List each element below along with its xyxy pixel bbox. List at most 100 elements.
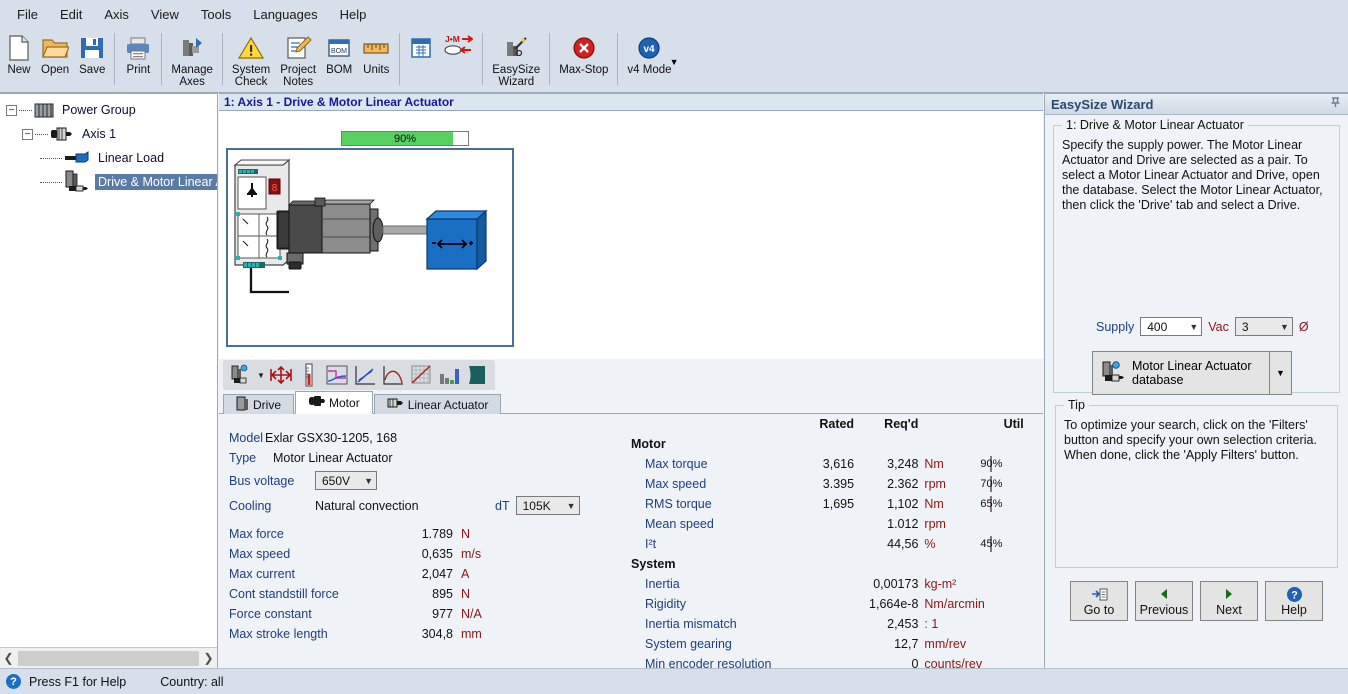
previous-button[interactable]: Previous [1135, 581, 1193, 621]
toolbar-label-print: Print [126, 64, 151, 76]
dropdown-arrow-icon[interactable]: ▼ [255, 361, 267, 389]
toolbar-button-open[interactable]: Open [36, 30, 74, 92]
bar-chart-icon[interactable] [435, 361, 463, 389]
spec-row: Max current 2,047 A [229, 564, 619, 584]
header-reqd: Req'd [884, 417, 919, 431]
toolbar-label-new: New [7, 64, 31, 76]
menu-item-axis[interactable]: Axis [93, 3, 140, 26]
motor-icon [308, 395, 326, 410]
toolbar-button-new[interactable]: New [2, 30, 36, 92]
tree-node-linear-load[interactable]: Linear Load [0, 146, 217, 170]
toolbar-button-bom[interactable]: BOM BOM [321, 30, 357, 92]
tree-node-power-group[interactable]: − Power Group [0, 98, 217, 122]
spec-label: Cont standstill force [229, 587, 339, 601]
motor-linear-actuator-database-button[interactable]: Motor Linear Actuator database [1092, 351, 1270, 395]
database-dropdown-button[interactable]: ▼ [1270, 351, 1292, 395]
menu-bar: File Edit Axis View Tools Languages Help [0, 0, 1348, 28]
scrollbar-thumb[interactable] [18, 650, 199, 666]
toolbar-label-save: Save [79, 64, 106, 76]
toolbar-button-v4-mode[interactable]: v4 v4 Mode ▼ [622, 30, 679, 92]
diagram-graphics: 8 [233, 158, 488, 294]
toolbar-button-units[interactable]: Units [357, 30, 395, 92]
table-group-row: Motor [629, 434, 1037, 454]
system-diagram[interactable]: 90% 8 [219, 111, 1043, 359]
tree-node-axis-1[interactable]: − Axis 1 [0, 122, 217, 146]
torque-speed-chart-icon[interactable] [351, 361, 379, 389]
move-axes-icon[interactable] [267, 361, 295, 389]
load-block [425, 209, 488, 271]
database-icon[interactable] [227, 361, 255, 389]
phase-select[interactable]: 3 ▼ [1234, 317, 1293, 336]
main-toolbar: New Open Save Print Manage Axes System C… [0, 28, 1348, 93]
menu-item-view[interactable]: View [140, 3, 190, 26]
toolbar-button-easysize-wizard[interactable]: EasySize Wizard [487, 30, 545, 92]
toolbar-button-system-check[interactable]: System Check [227, 30, 275, 92]
toolbar-button-max-stop[interactable]: Max-Stop [554, 30, 613, 92]
status-country-text: Country: all [160, 674, 224, 689]
power-group-icon [34, 103, 54, 118]
toolbar-button-jm-converter[interactable]: J•M [438, 30, 478, 92]
tab-motor[interactable]: Motor [295, 391, 373, 414]
max-stop-icon [571, 33, 597, 63]
tree-horizontal-scrollbar[interactable]: ❮ ❯ [0, 647, 217, 668]
scroll-left-icon[interactable]: ❮ [0, 648, 17, 668]
thermometer-icon[interactable] [295, 361, 323, 389]
help-label: Help [1281, 603, 1307, 617]
row-util: 65% [980, 496, 1037, 512]
row-reqd: 44,56 [887, 537, 919, 551]
supply-row: Supply 400 ▼ Vac 3 ▼ Ø [1062, 317, 1331, 336]
tree-node-drive-motor-linear-actuator[interactable]: Drive & Motor Linear Actuator [0, 170, 217, 194]
spec-value: 1.789 [421, 527, 453, 541]
row-unit: : 1 [924, 617, 939, 631]
toolbar-button-save[interactable]: Save [74, 30, 110, 92]
help-circle-icon[interactable]: ? [6, 674, 21, 689]
chevron-down-icon[interactable]: ▼ [670, 57, 679, 67]
tree-expander-icon[interactable]: − [6, 104, 17, 116]
row-reqd: 1.012 [887, 517, 919, 531]
row-unit: rpm [924, 517, 946, 531]
tab-linear-actuator[interactable]: Linear Actuator [373, 394, 502, 414]
project-tree[interactable]: − Power Group − Axis 1 Linear Load Drive… [0, 94, 217, 646]
results-table-header: Rated Req'd Util [629, 414, 1037, 434]
toolbar-label-easysize-wizard: EasySize Wizard [492, 64, 541, 88]
tree-label: Power Group [62, 103, 136, 117]
row-rated: 3,616 [822, 457, 855, 471]
row-unit: Nm/arcmin [924, 597, 985, 611]
pin-icon[interactable] [1329, 96, 1342, 112]
wizard-instruction: Specify the supply power. The Motor Line… [1062, 138, 1323, 212]
supply-select[interactable]: 400 ▼ [1140, 317, 1203, 336]
svg-text:8: 8 [272, 183, 278, 194]
right-triangle-icon [1222, 585, 1236, 603]
goto-button[interactable]: Go to [1070, 581, 1128, 621]
toolbar-separator [399, 33, 401, 85]
bus-voltage-select[interactable]: 650V ▼ [315, 471, 377, 490]
next-button[interactable]: Next [1200, 581, 1258, 621]
toolbar-button-manage-axes[interactable]: Manage Axes [166, 30, 218, 92]
menu-item-languages[interactable]: Languages [242, 3, 328, 26]
results-table: Rated Req'd Util Motor Max torque 3,616 … [629, 414, 1037, 668]
menu-item-edit[interactable]: Edit [49, 3, 93, 26]
toolbar-button-print[interactable]: Print [119, 30, 157, 92]
profile-chart-icon[interactable] [323, 361, 351, 389]
toolbar-button-calculator[interactable] [404, 30, 438, 92]
menu-item-tools[interactable]: Tools [190, 3, 242, 26]
phase-value: 3 [1241, 319, 1249, 334]
tree-expander-icon[interactable]: − [22, 128, 33, 140]
status-help-text: Press F1 for Help [29, 674, 127, 689]
toolbar-button-project-notes[interactable]: Project Notes [275, 30, 321, 92]
shape-chart-icon[interactable] [463, 361, 491, 389]
tab-drive[interactable]: Drive [223, 394, 295, 414]
dt-value: 105K [522, 498, 551, 513]
dt-select[interactable]: 105K ▼ [515, 496, 580, 515]
menu-item-help[interactable]: Help [329, 3, 378, 26]
help-button[interactable]: ? Help [1265, 581, 1323, 621]
utilization-bar: 45% [980, 536, 1003, 552]
row-label: Mean speed [645, 517, 714, 531]
axis-motor-icon [50, 127, 74, 141]
toolbar-label-manage-axes: Manage Axes [171, 64, 213, 88]
curve-chart-icon[interactable] [379, 361, 407, 389]
database-button-label: Motor Linear Actuator database [1132, 359, 1252, 387]
scroll-right-icon[interactable]: ❯ [200, 648, 217, 668]
menu-item-file[interactable]: File [6, 3, 49, 26]
grid-chart-icon[interactable] [407, 361, 435, 389]
